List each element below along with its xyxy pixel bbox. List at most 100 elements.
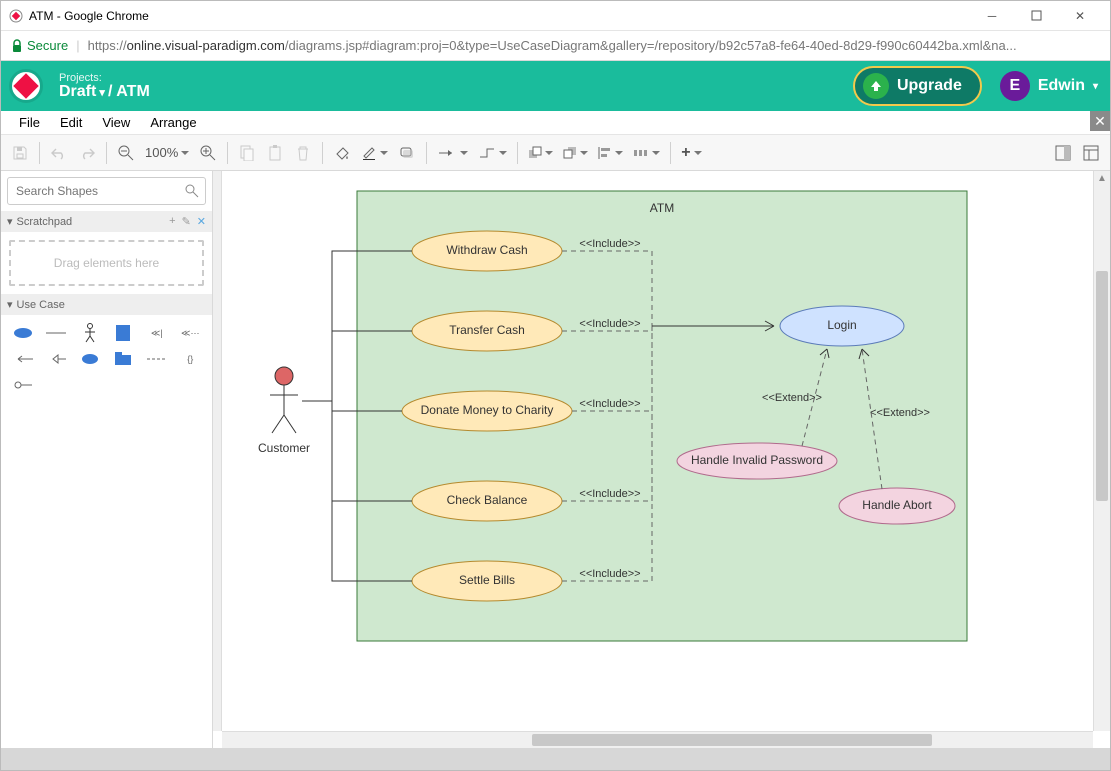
plus-icon: + (681, 144, 690, 162)
save-icon (12, 145, 28, 161)
usecase-abort[interactable]: Handle Abort (839, 488, 955, 524)
format-panel-toggle[interactable] (1050, 140, 1076, 166)
window-title: ATM - Google Chrome (29, 9, 149, 23)
palette-actor[interactable] (76, 323, 104, 343)
palette-note[interactable] (76, 349, 104, 369)
extend-label: <<Extend>> (870, 407, 930, 419)
save-button[interactable] (7, 140, 33, 166)
palette-association[interactable] (43, 323, 71, 343)
zoom-level[interactable]: 100% (141, 145, 193, 160)
user-avatar: E (1000, 71, 1030, 101)
palette-system-box[interactable] (110, 323, 138, 343)
browser-address-bar[interactable]: Secure | https://online.visual-paradigm.… (1, 31, 1110, 61)
trash-icon (296, 145, 310, 161)
copy-icon (240, 145, 254, 161)
lock-icon (11, 39, 23, 53)
bottom-strip (1, 748, 1110, 770)
usecase-bills[interactable]: Settle Bills (412, 561, 562, 601)
scratchpad-edit-icon[interactable]: ✎ (182, 215, 191, 228)
scratchpad-section-header[interactable]: ▾ Scratchpad + ✎ ✕ (1, 211, 212, 232)
to-front-button[interactable] (524, 146, 557, 160)
usecase-transfer[interactable]: Transfer Cash (412, 311, 562, 351)
zoom-out-button[interactable] (113, 140, 139, 166)
menu-edit[interactable]: Edit (50, 112, 92, 133)
to-back-button[interactable] (559, 146, 592, 160)
menu-file[interactable]: File (9, 112, 50, 133)
system-label[interactable]: ATM (650, 201, 674, 215)
search-input[interactable] (14, 180, 185, 202)
shadow-button[interactable] (394, 140, 420, 166)
scratchpad-dropzone[interactable]: Drag elements here (9, 240, 204, 286)
palette-dependency[interactable] (9, 349, 37, 369)
copy-button[interactable] (234, 140, 260, 166)
actor-customer[interactable]: Customer (258, 367, 310, 455)
scroll-thumb[interactable] (1096, 271, 1108, 501)
align-button[interactable] (594, 146, 627, 160)
upgrade-button[interactable]: Upgrade (853, 66, 982, 106)
panel-close-button[interactable]: ✕ (1090, 111, 1110, 131)
menu-arrange[interactable]: Arrange (140, 112, 206, 133)
align-icon (598, 146, 612, 160)
scratchpad-close-icon[interactable]: ✕ (197, 215, 206, 228)
window-maximize-button[interactable] (1014, 1, 1058, 30)
projects-label: Projects: (59, 72, 150, 84)
undo-button[interactable] (46, 140, 72, 166)
usecase-section-label: Use Case (17, 299, 65, 311)
scroll-up-icon[interactable]: ▲ (1094, 173, 1110, 184)
vertical-scrollbar[interactable]: ▲ (1093, 171, 1110, 731)
canvas[interactable]: ATM Customer Withdraw Cash Transfer Cash… (213, 171, 1110, 748)
palette-package[interactable] (110, 349, 138, 369)
waypoint-style[interactable] (474, 147, 511, 159)
usecase-withdraw[interactable]: Withdraw Cash (412, 231, 562, 271)
zoom-in-button[interactable] (195, 140, 221, 166)
paste-button[interactable] (262, 140, 288, 166)
to-back-icon (563, 146, 577, 160)
redo-button[interactable] (74, 140, 100, 166)
menu-view[interactable]: View (92, 112, 140, 133)
line-color-button[interactable] (357, 146, 392, 160)
user-menu[interactable]: E Edwin▾ (1000, 71, 1098, 101)
palette-required-interface[interactable] (9, 375, 37, 395)
outline-panel-toggle[interactable] (1078, 140, 1104, 166)
window-close-button[interactable]: ✕ (1058, 1, 1102, 30)
to-front-icon (528, 146, 542, 160)
palette-include[interactable]: ≪| (143, 323, 171, 343)
logo-icon[interactable] (9, 69, 43, 103)
connection-style[interactable] (433, 147, 472, 159)
insert-button[interactable]: + (677, 144, 705, 162)
search-icon (185, 184, 199, 198)
collapse-icon: ▾ (7, 298, 13, 311)
shadow-icon (399, 146, 415, 160)
undo-icon (51, 146, 67, 160)
horizontal-scrollbar[interactable] (222, 731, 1093, 748)
usecase-login[interactable]: Login (780, 306, 904, 346)
svg-text:Handle Abort: Handle Abort (862, 498, 932, 512)
scroll-thumb[interactable] (532, 734, 932, 746)
palette-generalization[interactable] (43, 349, 71, 369)
palette-extend[interactable]: ≪⋯ (177, 323, 205, 343)
fill-color-button[interactable] (329, 140, 355, 166)
fill-icon (334, 145, 350, 161)
ruler-splitter[interactable] (213, 171, 222, 731)
usecase-section-header[interactable]: ▾ Use Case (1, 294, 212, 315)
search-shapes[interactable] (7, 177, 206, 205)
scratchpad-add-icon[interactable]: + (169, 215, 175, 228)
palette-dashed-line[interactable] (143, 349, 171, 369)
window-minimize-button[interactable]: ─ (970, 1, 1014, 30)
redo-icon (79, 146, 95, 160)
include-label: <<Include>> (579, 488, 640, 500)
zoom-in-icon (200, 145, 216, 161)
distribute-button[interactable] (629, 147, 664, 159)
upgrade-icon (863, 73, 889, 99)
usecase-balance[interactable]: Check Balance (412, 481, 562, 521)
delete-button[interactable] (290, 140, 316, 166)
usecase-invalid-password[interactable]: Handle Invalid Password (677, 443, 837, 479)
diagram-svg[interactable]: ATM Customer Withdraw Cash Transfer Cash… (222, 171, 1092, 711)
palette-constraint[interactable]: {} (177, 349, 205, 369)
paste-icon (268, 145, 282, 161)
usecase-donate[interactable]: Donate Money to Charity (402, 391, 572, 431)
breadcrumb[interactable]: Draft ▾ / ATM (59, 84, 150, 100)
palette-usecase-ellipse[interactable] (9, 323, 37, 343)
app-favicon-icon (9, 9, 23, 23)
arrow-icon (437, 148, 457, 158)
